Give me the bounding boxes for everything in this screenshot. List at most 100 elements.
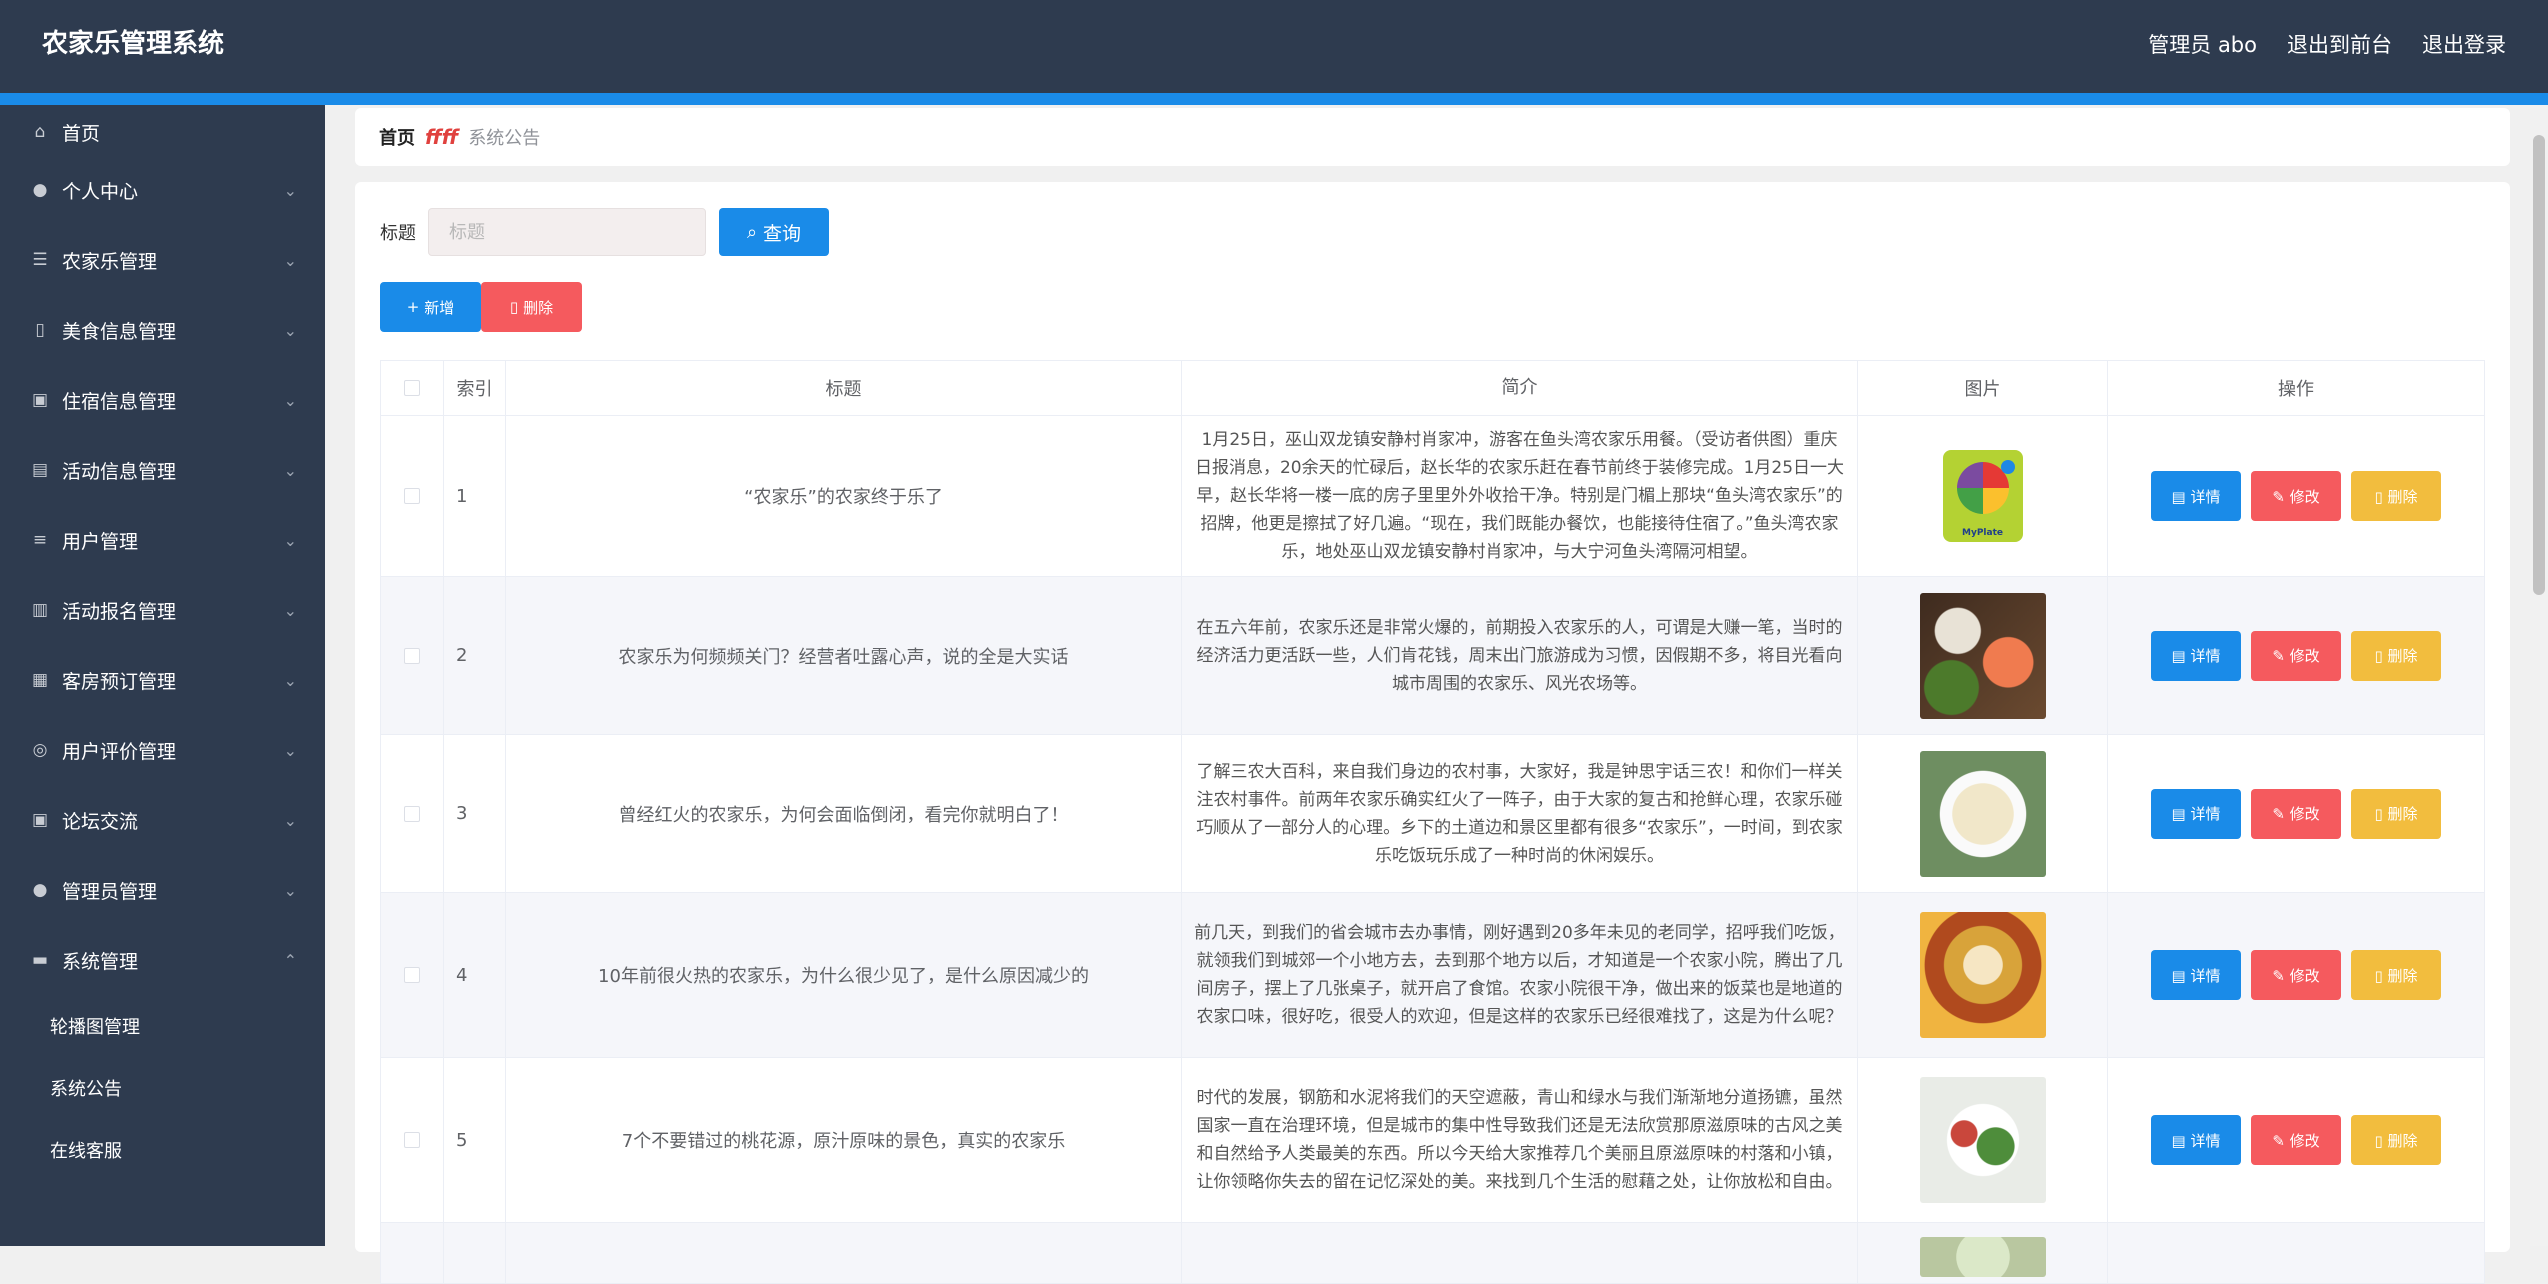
row-index: 5 xyxy=(444,1058,506,1222)
row-ops: ▤ 详情 ✎ 修改 ▯ 删除 xyxy=(2108,893,2484,1057)
sidebar-item-label: 个人中心 xyxy=(62,180,139,203)
delete-button[interactable]: ▯ 删除 xyxy=(2351,630,2441,681)
header-title: 标题 xyxy=(506,361,1182,415)
delete-button[interactable]: ▯ 删除 xyxy=(2351,471,2441,521)
edit-button[interactable]: ✎ 修改 xyxy=(2251,788,2341,839)
chevron-down-icon: ⌄ xyxy=(283,250,297,270)
detail-label: 详情 xyxy=(2190,647,2221,665)
sidebar-subitem-announcement[interactable]: 系统公告 xyxy=(0,1057,325,1119)
sidebar-item-label: 住宿信息管理 xyxy=(62,390,177,413)
edit-button[interactable]: ✎ 修改 xyxy=(2251,630,2341,681)
clipboard-icon: ▣ xyxy=(31,390,49,410)
sidebar-item-food[interactable]: ▯ 美食信息管理 ⌄ xyxy=(0,295,325,365)
sidebar-item-label: 用户管理 xyxy=(62,530,139,553)
header-ops: 操作 xyxy=(2278,379,2314,400)
row-checkbox-cell xyxy=(381,893,444,1057)
row-image-cell xyxy=(1858,577,2108,734)
chevron-down-icon: ⌄ xyxy=(283,810,297,830)
row-intro: 1月25日，巫山双龙镇安静村肖家冲，游客在鱼头湾农家乐用餐。（受访者供图）重庆日… xyxy=(1182,416,1858,576)
briefcase-icon: ▤ xyxy=(31,460,49,480)
edit-label: 修改 xyxy=(2289,647,2320,665)
breadcrumb-separator: ffff xyxy=(425,125,459,149)
announcement-table: 索引 标题 简介 图片 操作 1 “农家乐”的农家终于乐了 1月25日，巫山双龙… xyxy=(380,360,2485,1284)
sidebar-item-forum[interactable]: ▣ 论坛交流 ⌄ xyxy=(0,785,325,855)
row-checkbox-cell xyxy=(381,1223,444,1283)
row-image-cell xyxy=(1858,893,2108,1057)
sidebar-item-room-booking[interactable]: ▦ 客房预订管理 ⌄ xyxy=(0,645,325,715)
page-scrollbar[interactable] xyxy=(2530,105,2548,1246)
row-checkbox-cell xyxy=(381,577,444,734)
delete-button[interactable]: ▯ 删除 xyxy=(2351,1115,2441,1165)
cup-graphic xyxy=(2000,460,2015,474)
search-icon: ⌕ xyxy=(746,221,758,243)
table-header: 索引 标题 简介 图片 操作 xyxy=(381,361,2484,416)
myplate-image: MyPlate xyxy=(1942,450,2023,542)
logout-link[interactable]: 退出登录 xyxy=(2422,29,2506,59)
delete-button[interactable]: ▯ 删除 xyxy=(2351,950,2441,1000)
row-ops: ▤ 详情 ✎ 修改 ▯ 删除 xyxy=(2108,735,2484,892)
sidebar-item-label: 活动信息管理 xyxy=(62,460,177,483)
edit-button[interactable]: ✎ 修改 xyxy=(2251,950,2341,1000)
sidebar-item-users[interactable]: ≡ 用户管理 ⌄ xyxy=(0,505,325,575)
title-search-input[interactable] xyxy=(428,208,706,256)
edit-button[interactable]: ✎ 修改 xyxy=(2251,1115,2341,1165)
bank-icon: ▥ xyxy=(31,600,49,620)
food-image xyxy=(1919,1077,2046,1203)
add-button[interactable]: + 新增 xyxy=(380,282,481,332)
sidebar-item-admins[interactable]: ● 管理员管理 ⌄ xyxy=(0,855,325,925)
sidebar-item-reviews[interactable]: ◎ 用户评价管理 ⌄ xyxy=(0,715,325,785)
bulk-delete-button[interactable]: ▯ 删除 xyxy=(481,282,582,332)
chevron-down-icon: ⌄ xyxy=(283,180,297,200)
sidebar-subitem-customer-service[interactable]: 在线客服 xyxy=(0,1119,325,1181)
row-title: 曾经红火的农家乐，为何会面临倒闭，看完你就明白了！ xyxy=(506,735,1182,892)
row-checkbox[interactable] xyxy=(404,1132,420,1148)
query-button[interactable]: ⌕ 查询 xyxy=(719,208,829,256)
app-title: 农家乐管理系统 xyxy=(42,29,225,59)
delete-button[interactable]: ▯ 删除 xyxy=(2351,788,2441,839)
add-button-label: 新增 xyxy=(424,298,455,317)
table-row: 5 7个不要错过的桃花源，原汁原味的景色，真实的农家乐 时代的发展，钢筋和水泥将… xyxy=(381,1058,2484,1223)
row-checkbox[interactable] xyxy=(404,647,420,664)
breadcrumb-home[interactable]: 首页 xyxy=(379,124,415,150)
header-index: 索引 xyxy=(444,361,506,415)
sidebar-subitem-carousel[interactable]: 轮播图管理 xyxy=(0,995,325,1057)
detail-button[interactable]: ▤ 详情 xyxy=(2151,950,2241,1000)
table-row: 3 曾经红火的农家乐，为何会面临倒闭，看完你就明白了！ 了解三农大百科，来自我们… xyxy=(381,735,2484,893)
row-checkbox[interactable] xyxy=(404,805,420,822)
row-intro: 在五六年前，农家乐还是非常火爆的，前期投入农家乐的人，可谓是大赚一笔，当时的经济… xyxy=(1182,577,1858,734)
row-ops xyxy=(2108,1223,2484,1283)
sidebar-item-label: 管理员管理 xyxy=(62,880,158,903)
row-checkbox-cell xyxy=(381,416,444,576)
query-button-label: 查询 xyxy=(763,222,802,245)
row-index: 4 xyxy=(444,893,506,1057)
sidebar-item-activity[interactable]: ▤ 活动信息管理 ⌄ xyxy=(0,435,325,505)
detail-button[interactable]: ▤ 详情 xyxy=(2151,1115,2241,1165)
select-all-checkbox[interactable] xyxy=(404,380,420,396)
top-bar-actions: 管理员 abo 退出到前台 退出登录 xyxy=(2148,0,2506,88)
chevron-up-icon: ⌃ xyxy=(283,950,297,970)
scrollbar-thumb[interactable] xyxy=(2533,135,2545,595)
detail-button[interactable]: ▤ 详情 xyxy=(2151,788,2241,839)
sidebar-item-home[interactable]: ⌂ 首页 xyxy=(0,109,325,155)
sidebar-item-system[interactable]: ▬ 系统管理 ⌃ xyxy=(0,925,325,995)
row-checkbox[interactable] xyxy=(404,967,420,983)
detail-button[interactable]: ▤ 详情 xyxy=(2151,471,2241,521)
chevron-down-icon: ⌄ xyxy=(283,880,297,900)
sidebar-item-farmhouse[interactable]: ☰ 农家乐管理 ⌄ xyxy=(0,225,325,295)
delete-label: 删除 xyxy=(2387,805,2418,823)
row-intro: 前几天，到我们的省会城市去办事情，刚好遇到20多年未见的老同学，招呼我们吃饭，就… xyxy=(1182,893,1858,1057)
exit-to-front-link[interactable]: 退出到前台 xyxy=(2287,29,2392,59)
sidebar-item-activity-signup[interactable]: ▥ 活动报名管理 ⌄ xyxy=(0,575,325,645)
detail-button[interactable]: ▤ 详情 xyxy=(2151,630,2241,681)
image-caption: MyPlate xyxy=(1962,528,2003,538)
row-checkbox[interactable] xyxy=(404,488,420,504)
sidebar-item-profile[interactable]: ● 个人中心 ⌄ xyxy=(0,155,325,225)
admin-user-label: 管理员 abo xyxy=(2148,33,2257,57)
edit-button[interactable]: ✎ 修改 xyxy=(2251,471,2341,521)
sidebar-item-lodging[interactable]: ▣ 住宿信息管理 ⌄ xyxy=(0,365,325,435)
row-ops: ▤ 详情 ✎ 修改 ▯ 删除 xyxy=(2108,1058,2484,1222)
table-row: 2 农家乐为何频频关门？经营者吐露心声，说的全是大实话 在五六年前，农家乐还是非… xyxy=(381,577,2484,735)
table-row: 1 “农家乐”的农家终于乐了 1月25日，巫山双龙镇安静村肖家冲，游客在鱼头湾农… xyxy=(381,416,2484,577)
clipboard-icon: ▣ xyxy=(31,810,49,830)
edit-label: 修改 xyxy=(2289,1131,2320,1150)
